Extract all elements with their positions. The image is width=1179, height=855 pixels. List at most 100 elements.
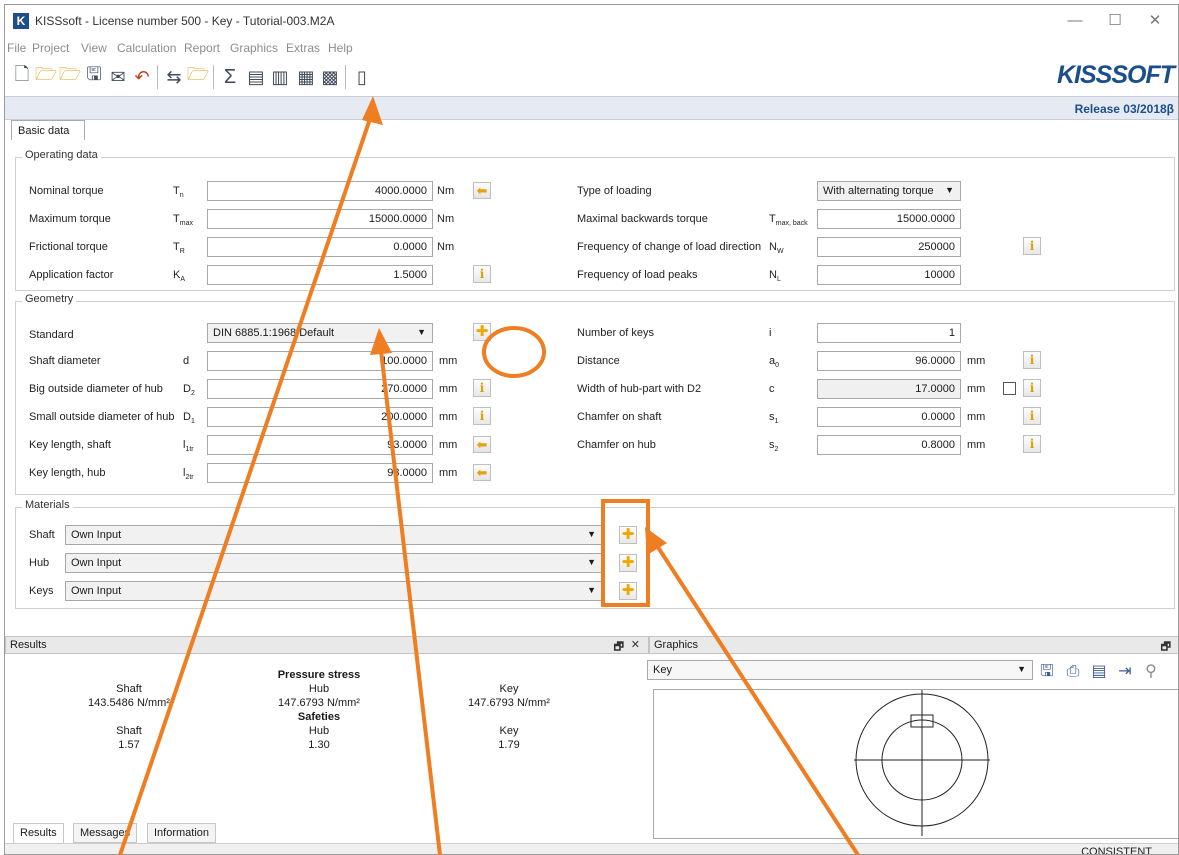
load-direction-info-button[interactable]: i	[1023, 237, 1041, 255]
geo-right-input-0[interactable]: 1	[817, 323, 961, 343]
menu-extras[interactable]: Extras	[286, 41, 320, 55]
module-specific-icon[interactable]: ▯	[351, 65, 373, 89]
safety-col-key: Key	[499, 725, 519, 737]
geo-right-symbol-0-main: i	[769, 327, 772, 339]
close-panel-icon[interactable]: ✕	[631, 638, 640, 651]
op-right-input-3[interactable]: 10000	[817, 265, 961, 285]
geo-input-3[interactable]: 93.0000	[207, 435, 433, 455]
float-panel-icon[interactable]: 🗗	[1161, 638, 1171, 657]
menu-project[interactable]: Project	[32, 41, 69, 55]
geo-input-4[interactable]: 93.0000	[207, 463, 433, 483]
op-input-3[interactable]: 1.5000	[207, 265, 433, 285]
geo-symbol-2-sub: 1	[190, 418, 195, 426]
geometry-title: Geometry	[22, 293, 77, 305]
kisssoft-logo: KISSSOFT	[1056, 61, 1175, 89]
material-value-2: Own Input	[71, 585, 122, 597]
nominal-torque-arrow-button[interactable]: ⬅	[473, 182, 491, 199]
close-button[interactable]: ✕	[1140, 11, 1170, 31]
safety-shaft-value: 1.57	[118, 739, 140, 751]
properties-icon[interactable]: ⚲	[1141, 662, 1161, 682]
menu-help[interactable]: Help	[328, 41, 353, 55]
standard-select-value: DIN 6885.1:1968 Default	[213, 327, 335, 339]
tab-information[interactable]: Information	[147, 823, 217, 843]
database-icon[interactable]: ▦	[295, 65, 317, 89]
status-bar: CONSISTENT	[5, 843, 1178, 854]
material-select-0[interactable]: Own Input ▼	[65, 525, 603, 545]
type-of-loading-select[interactable]: With alternating torque ▼	[817, 181, 961, 201]
geo-symbol-1: D2	[183, 383, 195, 397]
geo-label-2: Small outside diameter of hub	[29, 411, 175, 423]
geo-right-input-4[interactable]: 0.8000	[817, 435, 961, 455]
open-folder-icon[interactable]: 🗁	[35, 64, 57, 89]
geo-right-input-3[interactable]: 0.0000	[817, 407, 961, 427]
geo-right-unit-2: mm	[967, 383, 986, 395]
op-right-input-1[interactable]: 15000.0000	[817, 209, 961, 229]
menu-calculation[interactable]: Calculation	[117, 41, 176, 55]
op-right-input-2[interactable]: 250000	[817, 237, 961, 257]
standard-select[interactable]: DIN 6885.1:1968 Default ▼	[207, 323, 433, 343]
key-length-hub-arrow-button[interactable]: ⬅	[473, 464, 491, 481]
print-icon[interactable]: ⎙	[1063, 662, 1083, 682]
maximize-button[interactable]: ☐	[1100, 11, 1130, 31]
menu-file[interactable]: File	[7, 41, 26, 55]
export-folder-icon[interactable]: 🗁	[187, 64, 209, 89]
geo-input-2[interactable]: 200.0000	[207, 407, 433, 427]
hub-small-diameter-info-button[interactable]: i	[473, 407, 491, 425]
geo-right-info-button-4[interactable]: i	[1023, 435, 1041, 453]
graphics-canvas[interactable]	[653, 684, 1178, 839]
toolbar: 🗋 🗁 🗁 🖫 ✉ ↶ ⇆ 🗁 Σ ▤ ▥ ▦ ▩ ▯	[5, 59, 1178, 97]
results-panel: Pressure stress Shaft Hub Key 143.5486 N…	[9, 655, 647, 823]
calculate-sum-icon[interactable]: Σ	[219, 65, 241, 89]
standard-plus-button[interactable]: ✚	[473, 323, 491, 341]
save-graphic-icon[interactable]: 🖫	[1037, 662, 1057, 682]
email-icon[interactable]: ✉	[107, 65, 129, 89]
op-input-0[interactable]: 4000.0000	[207, 181, 433, 201]
geo-right-info-button-3[interactable]: i	[1023, 407, 1041, 425]
import-icon[interactable]: ⇥	[1115, 662, 1135, 682]
material-plus-button-1[interactable]: ✚	[619, 554, 637, 572]
import-icon[interactable]: ⇆	[163, 65, 185, 89]
material-select-2[interactable]: Own Input ▼	[65, 581, 603, 601]
geo-right-input-1[interactable]: 96.0000	[817, 351, 961, 371]
open-example-icon[interactable]: 🗁	[59, 64, 81, 89]
hub-width-checkbox[interactable]	[1003, 382, 1016, 395]
undo-icon[interactable]: ↶	[131, 65, 153, 89]
type-of-loading-value: With alternating torque	[823, 185, 934, 197]
save-icon[interactable]: 🖫	[83, 64, 105, 89]
new-file-icon[interactable]: 🗋	[11, 64, 33, 89]
geo-symbol-2: D1	[183, 411, 195, 425]
tab-results[interactable]: Results	[13, 823, 64, 843]
op-input-1[interactable]: 15000.0000	[207, 209, 433, 229]
geo-unit-1: mm	[439, 383, 458, 395]
window-title: KISSsoft - License number 500 - Key - Tu…	[35, 14, 335, 28]
op-right-label-3: Frequency of load peaks	[577, 269, 698, 281]
minimize-button[interactable]: —	[1060, 11, 1090, 31]
key-length-shaft-arrow-button[interactable]: ⬅	[473, 436, 491, 453]
application-factor-info-button[interactable]: i	[473, 265, 491, 283]
geo-label-1: Big outside diameter of hub	[29, 383, 163, 395]
menu-view[interactable]: View	[81, 41, 107, 55]
chevron-down-icon: ▼	[587, 585, 596, 595]
geo-right-info-button-1[interactable]: i	[1023, 351, 1041, 369]
tab-messages[interactable]: Messages	[73, 823, 138, 843]
report-icon[interactable]: ▤	[245, 65, 267, 89]
geo-right-input-2[interactable]: 17.0000	[817, 379, 961, 399]
material-plus-button-2[interactable]: ✚	[619, 582, 637, 600]
calculator-icon[interactable]: ▩	[319, 65, 341, 89]
material-select-1[interactable]: Own Input ▼	[65, 553, 603, 573]
application-window: K KISSsoft - License number 500 - Key - …	[4, 4, 1179, 855]
material-plus-button-0[interactable]: ✚	[619, 526, 637, 544]
export-icon[interactable]: ▤	[1089, 662, 1109, 682]
safety-col-shaft: Shaft	[116, 725, 142, 737]
op-input-2[interactable]: 0.0000	[207, 237, 433, 257]
menu-graphics[interactable]: Graphics	[230, 41, 278, 55]
geo-right-info-button-2[interactable]: i	[1023, 379, 1041, 397]
report-view-icon[interactable]: ▥	[269, 65, 291, 89]
hub-big-diameter-info-button[interactable]: i	[473, 379, 491, 397]
geo-input-0[interactable]: 100.0000	[207, 351, 433, 371]
tab-basic-data[interactable]: Basic data	[11, 120, 85, 140]
graphics-view-select[interactable]: Key ▼	[647, 660, 1033, 680]
chevron-down-icon: ▼	[417, 327, 426, 337]
menu-report[interactable]: Report	[184, 41, 220, 55]
geo-input-1[interactable]: 270.0000	[207, 379, 433, 399]
